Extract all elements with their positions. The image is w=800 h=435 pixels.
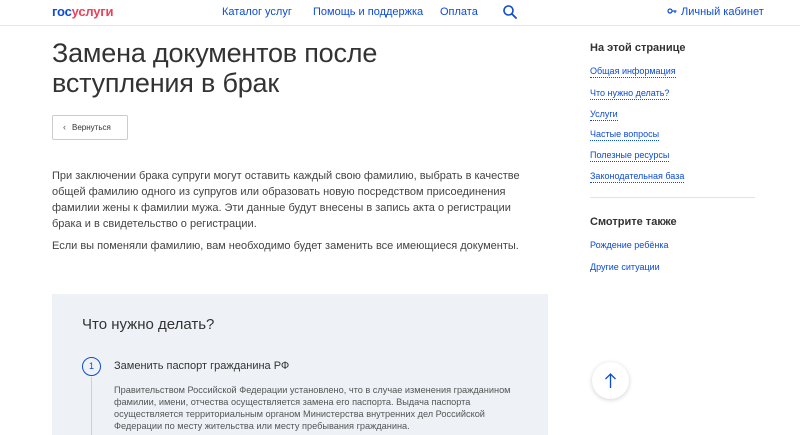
on-this-page-title: На этой странице	[590, 42, 686, 54]
chevron-left-icon: ‹	[63, 122, 66, 132]
see-also-other-situations-link[interactable]: Другие ситуации	[590, 262, 660, 273]
anchor-faq[interactable]: Частые вопросы	[590, 129, 660, 141]
replace-documents-paragraph: Если вы поменяли фамилию, вам необходимо…	[52, 240, 519, 252]
back-button[interactable]: ‹ Вернуться	[52, 115, 128, 140]
what-to-do-title: Что нужно делать?	[82, 316, 215, 333]
see-also-childbirth-link[interactable]: Рождение ребёнка	[590, 240, 668, 251]
nav-payment-link[interactable]: Оплата	[440, 6, 478, 19]
step-number-badge: 1	[82, 357, 101, 376]
anchor-services[interactable]: Услуги	[590, 109, 618, 121]
arrow-up-icon	[605, 373, 616, 388]
scroll-to-top-button[interactable]	[592, 362, 629, 399]
see-also-title: Смотрите также	[590, 216, 677, 228]
what-to-do-section: Что нужно делать? 1 Заменить паспорт гра…	[52, 294, 548, 435]
sidebar-divider	[590, 197, 755, 198]
step-connector-line	[91, 377, 92, 435]
step-description: Правительством Российской Федерации уста…	[114, 385, 511, 431]
anchor-useful-resources[interactable]: Полезные ресурсы	[590, 150, 670, 162]
personal-cabinet-link[interactable]: Личный кабинет	[667, 6, 764, 19]
gosuslugi-logo[interactable]: госуслуги	[52, 4, 114, 19]
anchor-what-to-do[interactable]: Что нужно делать?	[590, 88, 670, 100]
step-title: Заменить паспорт гражданина РФ	[114, 360, 290, 372]
anchor-general-info[interactable]: Общая информация	[590, 66, 676, 78]
back-button-label: Вернуться	[72, 123, 111, 132]
nav-help-link[interactable]: Помощь и поддержка	[313, 6, 423, 19]
personal-cabinet-label: Личный кабинет	[681, 6, 764, 18]
logo-part-gos: гос	[52, 4, 72, 19]
intro-paragraph: При заключении брака супруги могут остав…	[52, 170, 520, 230]
top-header: госуслуги Каталог услуг Помощь и поддерж…	[0, 0, 800, 26]
page-title: Замена документов после вступления в бра…	[52, 38, 378, 98]
key-icon	[667, 6, 677, 16]
nav-catalog-link[interactable]: Каталог услуг	[222, 6, 292, 19]
logo-part-uslugi: услуги	[71, 4, 114, 19]
anchor-legislation[interactable]: Законодательная база	[590, 171, 685, 183]
search-icon[interactable]	[502, 4, 518, 20]
